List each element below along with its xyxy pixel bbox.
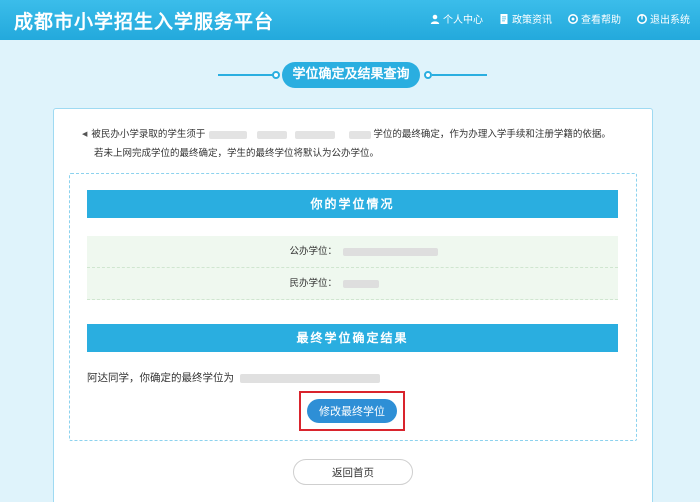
- nav-label: 个人中心: [443, 15, 483, 26]
- notice-line-1: ◀ 被民办小学录取的学生须于 学位的最终确定，作为办理入学手续和注册学籍的依据。: [82, 129, 611, 140]
- result-panel: 你的学位情况 公办学位： 民办学位： 最终学位确定结果 阿达同学，你确定的最终学…: [69, 173, 637, 441]
- redacted-text: [295, 130, 336, 139]
- public-school-label: 公办学位：: [289, 246, 337, 257]
- power-icon: [637, 13, 647, 24]
- status-heading: 你的学位情况: [87, 190, 618, 218]
- header-line-right: [432, 74, 487, 76]
- redacted-text: [257, 130, 288, 139]
- redacted-text: [349, 130, 372, 139]
- redacted-text: [209, 130, 248, 139]
- site-title: 成都市小学招生入学服务平台: [14, 11, 275, 33]
- user-icon: [430, 14, 440, 24]
- nav-label: 退出系统: [650, 15, 690, 26]
- private-school-label: 民办学位：: [289, 278, 337, 289]
- top-nav: 个人中心 政策资讯 查看帮助 退出系统: [430, 11, 690, 26]
- header-dot-right: [424, 71, 432, 79]
- notice-line-2: 若未上网完成学位的最终确定，学生的最终学位将默认为公办学位。: [94, 148, 380, 159]
- top-bar: 成都市小学招生入学服务平台 个人中心 政策资讯 查看帮助 退出系统: [0, 0, 700, 40]
- notice: ◀ 被民办小学录取的学生须于 学位的最终确定，作为办理入学手续和注册学籍的依据。 若…: [82, 125, 611, 163]
- final-result-text: 阿达同学，你确定的最终学位为: [87, 370, 380, 385]
- highlight-box: 修改最终学位: [299, 391, 405, 431]
- nav-label: 政策资讯: [512, 15, 552, 26]
- main-card: ◀ 被民办小学录取的学生须于 学位的最终确定，作为办理入学手续和注册学籍的依据。 若…: [53, 108, 653, 502]
- header-dot-left: [272, 71, 280, 79]
- header-line-left: [218, 74, 273, 76]
- nav-personal-center[interactable]: 个人中心: [430, 11, 483, 26]
- redacted-final-school: [240, 373, 380, 383]
- nav-logout[interactable]: 退出系统: [637, 11, 690, 26]
- redacted-private-school: [343, 280, 379, 288]
- document-icon: [500, 13, 508, 24]
- redacted-public-school: [343, 248, 438, 256]
- back-home-button[interactable]: 返回首页: [293, 459, 413, 485]
- triangle-left-icon: ◀: [82, 130, 88, 138]
- help-icon: [568, 13, 578, 24]
- section-header: 学位确定及结果查询: [0, 62, 700, 88]
- modify-final-school-button[interactable]: 修改最终学位: [307, 399, 397, 423]
- nav-label: 查看帮助: [581, 15, 621, 26]
- result-heading: 最终学位确定结果: [87, 324, 618, 352]
- nav-help[interactable]: 查看帮助: [568, 11, 621, 26]
- private-school-row: 民办学位：: [87, 268, 618, 300]
- section-title: 学位确定及结果查询: [282, 62, 420, 88]
- public-school-row: 公办学位：: [87, 236, 618, 268]
- nav-policy-news[interactable]: 政策资讯: [499, 11, 552, 26]
